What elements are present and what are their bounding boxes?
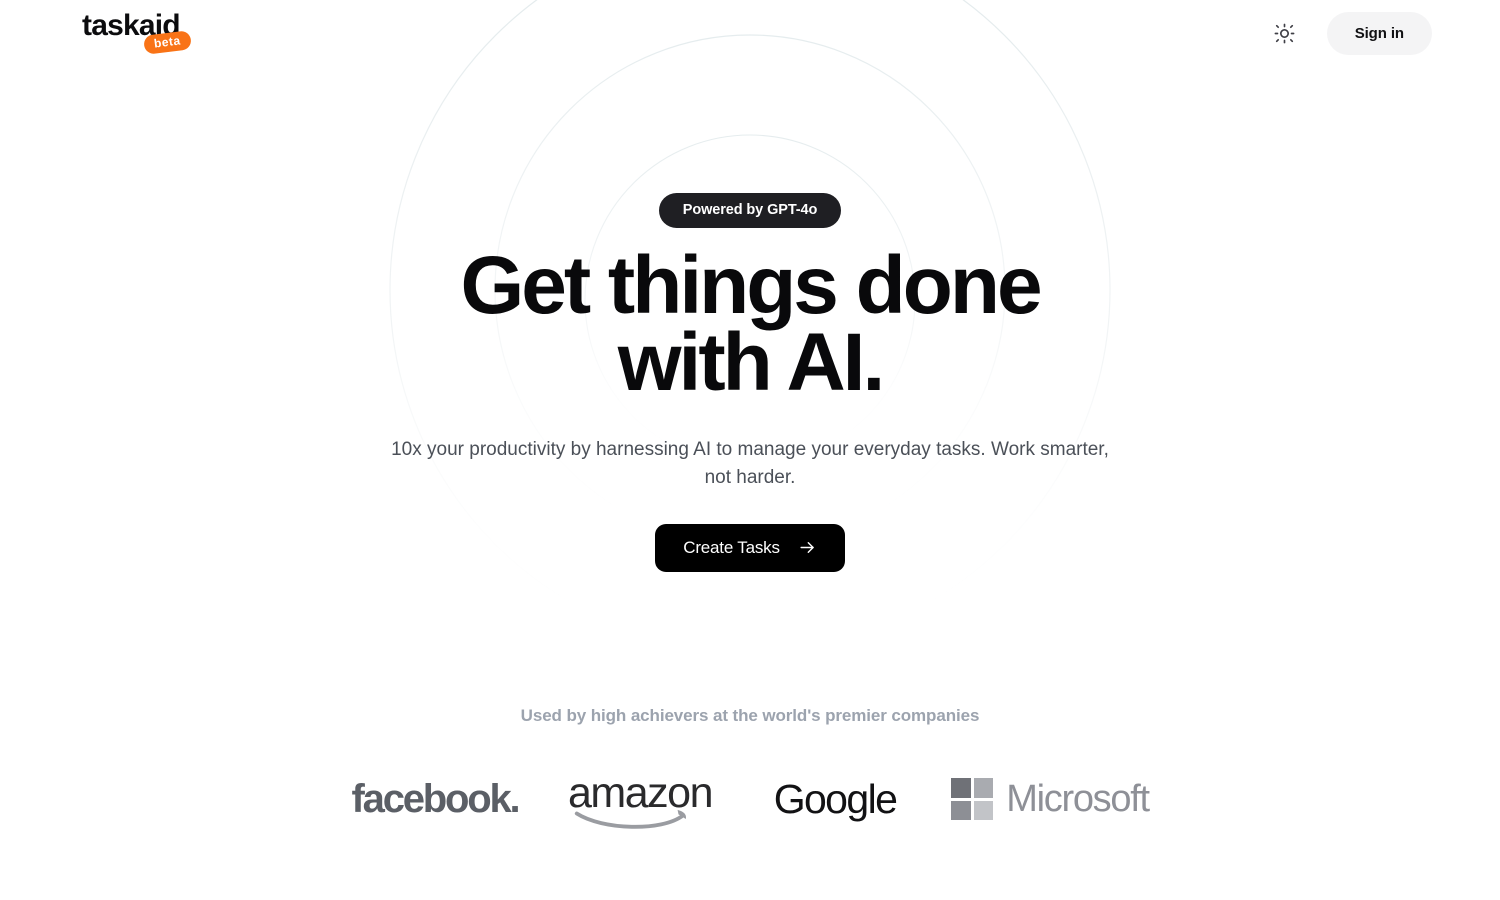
logo-microsoft: Microsoft xyxy=(930,770,1170,828)
powered-by-badge: Powered by GPT-4o xyxy=(658,193,842,228)
brand-logo[interactable]: taskaid beta xyxy=(82,11,192,55)
sign-in-button[interactable]: Sign in xyxy=(1326,11,1432,55)
logo-facebook: facebook. xyxy=(330,770,540,828)
logo-amazon: amazon xyxy=(540,770,740,829)
facebook-wordmark: facebook. xyxy=(351,777,521,821)
microsoft-square-bottom-right xyxy=(973,800,994,820)
page-title: Get things done with AI. xyxy=(460,239,1042,409)
microsoft-square-top-left xyxy=(951,778,971,798)
hero-subtitle: 10x your productivity by harnessing AI t… xyxy=(391,439,1109,489)
arrow-right-icon xyxy=(798,538,817,557)
social-proof-section: Used by high achievers at the world's pr… xyxy=(0,706,1500,829)
logo-google: Google xyxy=(740,770,930,828)
microsoft-wordmark: Microsoft xyxy=(1006,778,1150,820)
social-proof-title: Used by high achievers at the world's pr… xyxy=(520,706,980,725)
site-header: taskaid beta Sign in xyxy=(0,0,1500,66)
header-actions: Sign in xyxy=(1265,11,1432,55)
amazon-smile-icon xyxy=(574,809,687,829)
company-logos-row: facebook. amazon Google Microsoft xyxy=(330,770,1170,829)
create-tasks-label: Create Tasks xyxy=(683,537,780,557)
microsoft-square-top-right xyxy=(973,778,994,798)
microsoft-grid-icon xyxy=(951,778,994,820)
theme-toggle-button[interactable] xyxy=(1265,13,1305,53)
create-tasks-button[interactable]: Create Tasks xyxy=(655,523,845,572)
microsoft-square-bottom-left xyxy=(951,800,971,820)
hero-section: Powered by GPT-4o Get things done with A… xyxy=(0,0,1500,660)
sun-icon xyxy=(1274,23,1295,43)
google-wordmark: Google xyxy=(773,775,898,822)
